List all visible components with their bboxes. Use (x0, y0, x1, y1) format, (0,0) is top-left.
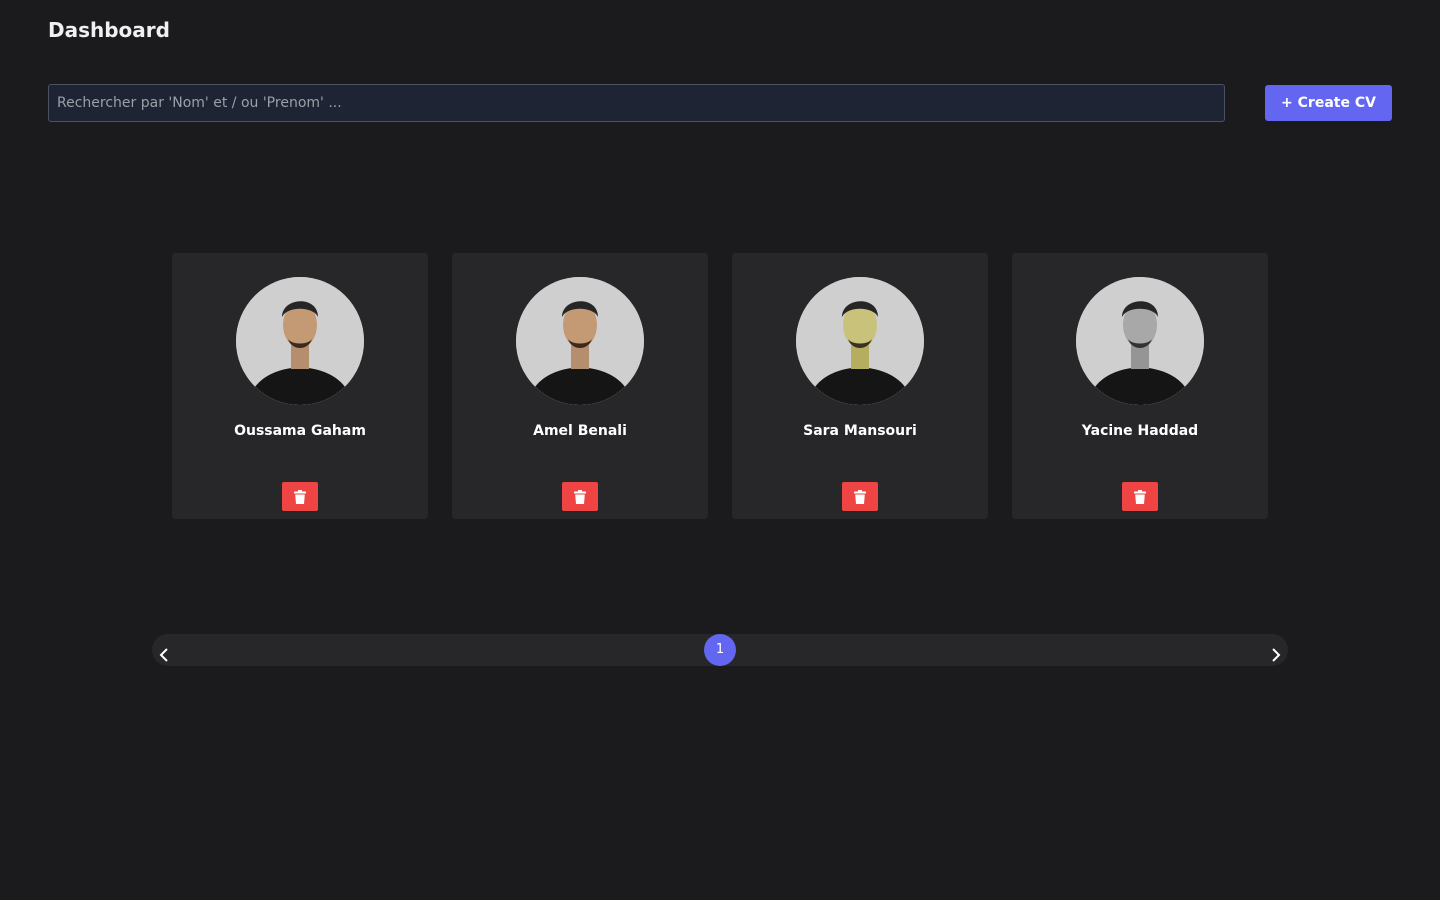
page-number-button[interactable]: 1 (704, 634, 736, 666)
pagination: 1 (152, 634, 1288, 666)
delete-button[interactable] (1122, 482, 1158, 511)
chevron-left-icon (159, 647, 168, 662)
trash-icon (294, 489, 306, 504)
cv-card[interactable]: Amel Benali (452, 253, 708, 519)
delete-button[interactable] (282, 482, 318, 511)
page-title: Dashboard (48, 18, 170, 42)
delete-button[interactable] (842, 482, 878, 511)
cv-card-list: Oussama Gaham Amel Benali Sara Mansouri … (172, 253, 1268, 519)
card-name: Amel Benali (533, 423, 627, 439)
avatar (796, 277, 924, 405)
card-name: Sara Mansouri (803, 423, 917, 439)
trash-icon (854, 489, 866, 504)
create-cv-button[interactable]: + Create CV (1265, 85, 1392, 121)
trash-icon (1134, 489, 1146, 504)
avatar (1076, 277, 1204, 405)
delete-button[interactable] (562, 482, 598, 511)
cv-card[interactable]: Yacine Haddad (1012, 253, 1268, 519)
cv-card[interactable]: Sara Mansouri (732, 253, 988, 519)
trash-icon (574, 489, 586, 504)
card-name: Oussama Gaham (234, 423, 366, 439)
next-page-button[interactable] (1264, 634, 1288, 666)
chevron-right-icon (1272, 647, 1281, 662)
previous-page-button[interactable] (152, 634, 176, 666)
search-input[interactable] (48, 84, 1225, 122)
avatar (236, 277, 364, 405)
avatar (516, 277, 644, 405)
cv-card[interactable]: Oussama Gaham (172, 253, 428, 519)
card-name: Yacine Haddad (1081, 423, 1199, 439)
